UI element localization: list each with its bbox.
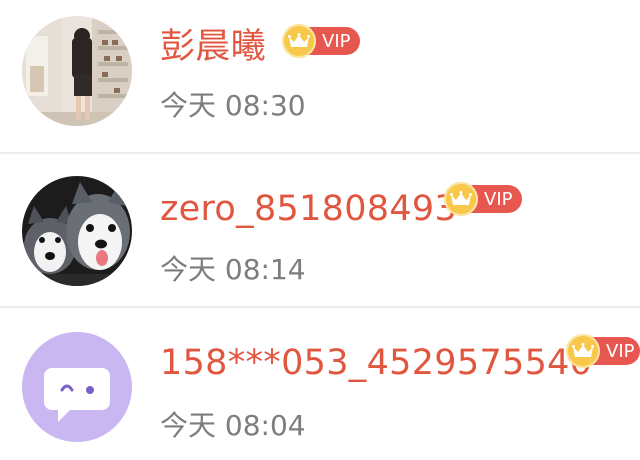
list-item[interactable]: zero_851808493 VIP 今天 08:14 — [0, 154, 640, 308]
contact-name: zero_851808493 — [160, 189, 458, 229]
crown-icon — [282, 24, 316, 58]
message-time: 今天 08:14 — [160, 253, 306, 286]
vip-badge: VIP — [566, 334, 640, 368]
crown-icon — [566, 334, 600, 368]
crown-icon — [444, 182, 478, 216]
avatar[interactable] — [22, 176, 132, 286]
message-time: 今天 08:30 — [160, 89, 306, 122]
message-time: 今天 08:04 — [160, 409, 306, 442]
vip-badge: VIP — [444, 182, 523, 216]
contact-name: 彭晨曦 — [160, 27, 266, 67]
list-item[interactable]: 彭晨曦 VIP 今天 08:30 — [0, 0, 640, 154]
avatar[interactable] — [22, 332, 132, 442]
avatar[interactable] — [22, 16, 132, 126]
contact-list: 彭晨曦 VIP 今天 08:30 zero_851808493 VIP 今天 0… — [0, 0, 640, 458]
contact-name: 158***053_4529575540 — [160, 343, 593, 383]
vip-badge: VIP — [282, 24, 361, 58]
list-item[interactable]: 158***053_4529575540 VIP 今天 08:04 — [0, 308, 640, 458]
